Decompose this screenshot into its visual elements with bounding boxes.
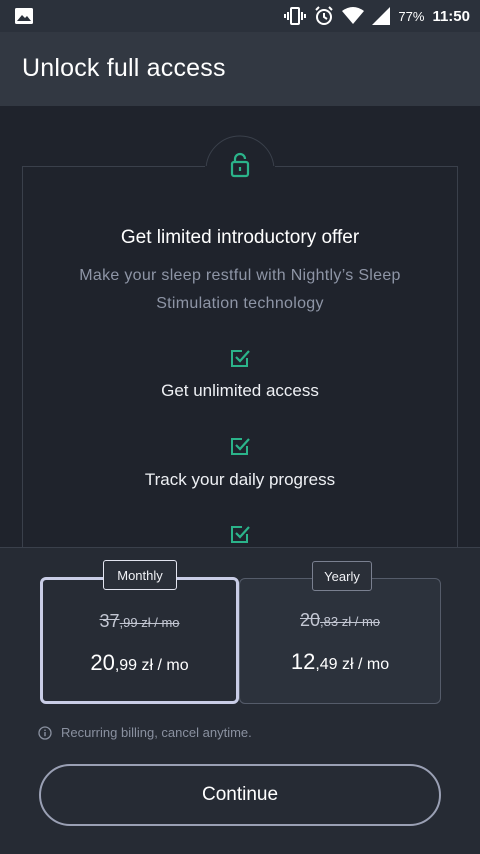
monthly-old-price: 37,99 zł / mo bbox=[99, 611, 180, 631]
yearly-new-price: 12,49 zł / mo bbox=[290, 649, 390, 674]
alarm-icon bbox=[315, 6, 334, 25]
signal-icon bbox=[372, 7, 391, 25]
wifi-icon bbox=[342, 7, 365, 24]
status-bar: 77% 11:50 bbox=[0, 0, 480, 32]
yearly-plan-tag[interactable]: Yearly bbox=[312, 561, 372, 591]
feature-label-progress: Track your daily progress bbox=[144, 470, 336, 489]
monthly-plan-tag[interactable]: Monthly bbox=[103, 560, 177, 590]
info-icon bbox=[38, 725, 52, 740]
monthly-plan-option[interactable]: 37,99 zł / mo 20,99 zł / mo bbox=[40, 577, 239, 704]
vibrate-icon bbox=[284, 7, 307, 25]
yearly-old-price: 20,83 zł / mo bbox=[300, 610, 380, 630]
check-square-icon bbox=[231, 526, 250, 543]
app-bar: Unlock full access bbox=[0, 32, 480, 106]
image-notification-icon bbox=[15, 8, 33, 24]
lock-icon bbox=[205, 135, 275, 202]
feature-label-unlimited: Get unlimited access bbox=[161, 381, 319, 400]
check-square-icon bbox=[231, 350, 250, 367]
billing-note-text: Recurring billing, cancel anytime. bbox=[61, 725, 252, 740]
page-title: Unlock full access bbox=[22, 54, 226, 82]
clock: 11:50 bbox=[432, 7, 470, 25]
yearly-plan-option[interactable]: 20,83 zł / mo 12,49 zł / mo bbox=[239, 578, 441, 704]
check-square-icon bbox=[231, 438, 250, 455]
offer-subtitle: Make your sleep restful with Nightly’s S… bbox=[79, 267, 401, 312]
status-icons: 77% 11:50 bbox=[284, 6, 470, 26]
offer-headline: Get limited introductory offer bbox=[120, 227, 360, 248]
battery-percent: 77% bbox=[398, 8, 425, 24]
monthly-new-price: 20,99 zł / mo bbox=[90, 650, 189, 675]
continue-button[interactable]: Continue bbox=[39, 764, 441, 826]
billing-note: Recurring billing, cancel anytime. bbox=[38, 725, 252, 740]
